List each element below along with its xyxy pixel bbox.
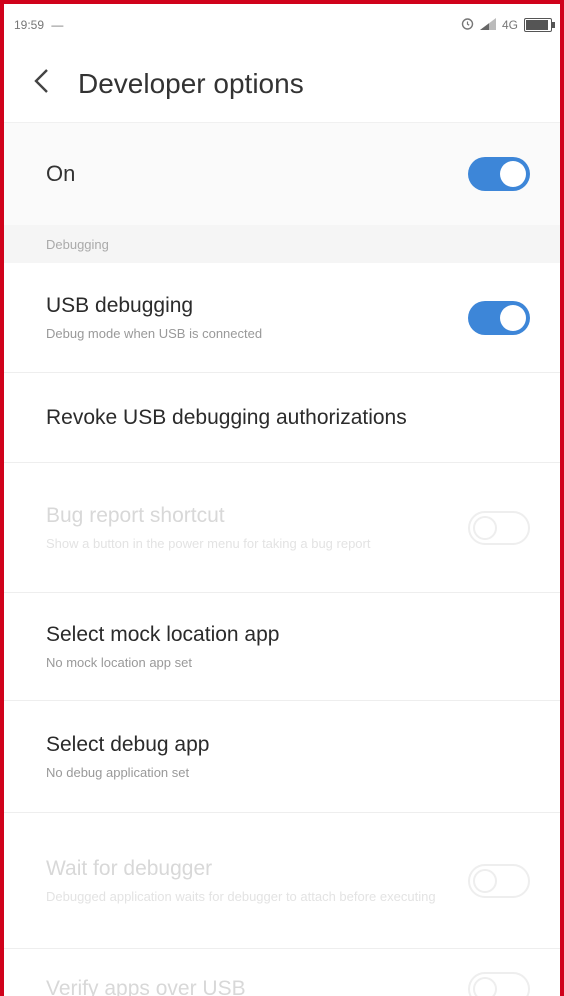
notification-icon: — xyxy=(51,18,64,32)
setting-select-debug-app[interactable]: Select debug app No debug application se… xyxy=(4,701,560,813)
status-time: 19:59 xyxy=(14,18,45,32)
section-header-debugging: Debugging xyxy=(4,225,560,263)
verify-apps-toggle xyxy=(468,972,530,996)
usb-debugging-toggle[interactable] xyxy=(468,300,530,335)
toggle-knob xyxy=(500,161,526,187)
bug-report-toggle xyxy=(468,510,530,545)
setting-texts: Wait for debugger Debugged application w… xyxy=(46,857,436,905)
page-title: Developer options xyxy=(78,68,304,99)
alarm-icon xyxy=(461,17,474,33)
setting-bug-report-shortcut: Bug report shortcut Show a button in the… xyxy=(4,463,560,593)
setting-title: Select debug app xyxy=(46,732,210,756)
developer-options-toggle[interactable] xyxy=(468,157,530,191)
setting-texts: Revoke USB debugging authorizations xyxy=(46,406,407,430)
developer-options-master-row[interactable]: On xyxy=(4,122,560,225)
setting-title: USB debugging xyxy=(46,293,194,317)
network-type: 4G xyxy=(501,18,518,32)
toggle-knob xyxy=(473,868,497,893)
toggle-knob xyxy=(500,304,526,331)
setting-title: Verify apps over USB xyxy=(46,977,246,996)
setting-subtitle: No debug application set xyxy=(46,764,190,780)
setting-select-mock-location-app[interactable]: Select mock location app No mock locatio… xyxy=(4,593,560,701)
setting-title: Bug report shortcut xyxy=(46,503,225,527)
status-right: 4G xyxy=(461,17,555,33)
back-button[interactable] xyxy=(32,66,78,102)
status-left: 19:59 — xyxy=(14,18,63,32)
battery-icon xyxy=(524,18,555,32)
wait-for-debugger-toggle xyxy=(468,863,530,898)
status-bar: 19:59 — 4G xyxy=(4,4,560,46)
setting-texts: Verify apps over USB xyxy=(46,977,246,996)
setting-wait-for-debugger: Wait for debugger Debugged application w… xyxy=(4,813,560,949)
toggle-knob xyxy=(473,515,497,540)
setting-verify-apps-over-usb: Verify apps over USB xyxy=(4,949,560,996)
setting-subtitle: Debug mode when USB is connected xyxy=(46,325,263,341)
setting-texts: Bug report shortcut Show a button in the… xyxy=(46,504,370,552)
setting-title: Select mock location app xyxy=(46,622,280,646)
setting-usb-debugging[interactable]: USB debugging Debug mode when USB is con… xyxy=(4,263,560,373)
setting-title: Wait for debugger xyxy=(46,856,213,880)
master-label: On xyxy=(46,161,76,186)
setting-subtitle: Show a button in the power menu for taki… xyxy=(46,535,371,551)
app-bar: Developer options xyxy=(4,46,560,122)
setting-texts: Select mock location app No mock locatio… xyxy=(46,623,279,671)
signal-icon xyxy=(479,17,496,33)
setting-revoke-usb-authorizations[interactable]: Revoke USB debugging authorizations xyxy=(4,373,560,463)
setting-texts: USB debugging Debug mode when USB is con… xyxy=(46,294,262,342)
setting-subtitle: No mock location app set xyxy=(46,654,192,670)
chevron-left-icon xyxy=(34,69,48,93)
setting-subtitle: Debugged application waits for debugger … xyxy=(46,888,436,904)
setting-title: Revoke USB debugging authorizations xyxy=(46,405,407,429)
screen-frame: 19:59 — 4G Developer options On Debuggin… xyxy=(0,0,564,996)
toggle-knob xyxy=(473,977,497,996)
setting-texts: Select debug app No debug application se… xyxy=(46,733,209,781)
